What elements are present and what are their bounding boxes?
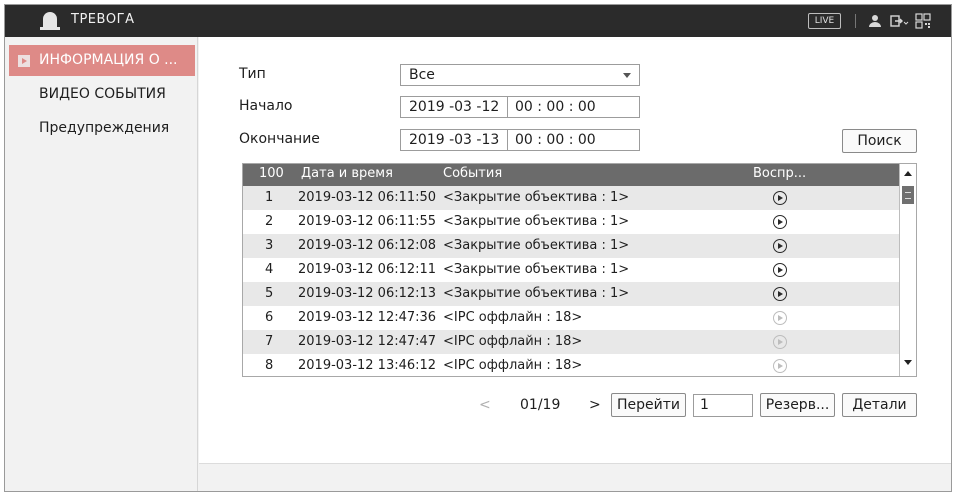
play-icon [773,359,787,373]
chevron-down-icon [623,73,631,78]
row-number: 4 [265,262,274,277]
type-dropdown[interactable]: Все [400,64,640,86]
table-row[interactable]: 3 2019-03-12 06:12:08 <Закрытие объектив… [243,234,899,258]
goto-page-input[interactable]: 1 [693,394,753,417]
toolbar-divider [855,14,856,28]
row-event: <Закрытие объектива : 1> [443,190,630,205]
table-row[interactable]: 4 2019-03-12 06:12:11 <Закрытие объектив… [243,258,899,282]
footer-bar [199,463,951,491]
sidebar-item-video-events[interactable]: ВИДЕО СОБЫТИЯ [9,79,195,110]
sidebar-item-info[interactable]: ИНФОРМАЦИЯ О ... [9,45,195,76]
row-number: 6 [265,310,274,325]
table-row[interactable]: 2 2019-03-12 06:11:55 <Закрытие объектив… [243,210,899,234]
live-button[interactable]: LIVE [808,13,841,29]
row-datetime: 2019-03-12 06:12:11 [298,262,437,277]
type-dropdown-value: Все [409,67,435,83]
row-datetime: 2019-03-12 12:47:36 [298,310,437,325]
backup-button[interactable]: Резерв... [760,393,835,417]
sidebar-item-warnings[interactable]: Предупреждения [9,113,195,144]
table-row[interactable]: 1 2019-03-12 06:11:50 <Закрытие объектив… [243,186,899,210]
sidebar-item-label: Предупреждения [39,120,170,136]
column-header-datetime: Дата и время [301,166,393,181]
row-datetime: 2019-03-12 06:12:08 [298,238,437,253]
user-icon[interactable] [867,13,883,29]
row-datetime: 2019-03-12 13:46:12 [298,358,437,373]
row-number: 8 [265,358,274,373]
table-scrollbar[interactable] [899,164,916,376]
page-title: ТРЕВОГА [71,12,135,27]
scroll-up-icon[interactable] [904,171,912,176]
row-number: 2 [265,214,274,229]
table-row[interactable]: 8 2019-03-12 13:46:12 <IPC оффлайн : 18> [243,354,899,376]
row-event: <Закрытие объектива : 1> [443,238,630,253]
column-header-playback: Воспр... [753,166,807,181]
play-icon[interactable] [773,263,787,277]
logout-icon[interactable] [889,13,909,29]
start-date-value: 2019 -03 -12 [409,99,500,115]
sidebar-item-label: ИНФОРМАЦИЯ О ... [39,52,178,68]
details-button[interactable]: Детали [842,393,917,417]
alarm-bell-icon [40,12,60,30]
arrow-right-icon [18,55,30,67]
start-datetime-field[interactable]: 2019 -03 -12 00 : 00 : 00 [400,96,640,118]
title-bar: ТРЕВОГА LIVE [5,5,951,37]
qr-code-icon[interactable] [915,13,931,29]
app-window: ТРЕВОГА LIVE ИНФОРМАЦИЯ О ... ВИДЕО СОБЫ… [4,4,952,492]
search-button[interactable]: Поиск [842,129,917,153]
events-table: 100 Дата и время События Воспр... 1 2019… [242,163,917,377]
table-row[interactable]: 7 2019-03-12 12:47:47 <IPC оффлайн : 18> [243,330,899,354]
row-event: <Закрытие объектива : 1> [443,262,630,277]
table-row[interactable]: 5 2019-03-12 06:12:13 <Закрытие объектив… [243,282,899,306]
column-header-count: 100 [259,166,284,181]
start-label: Начало [239,98,293,114]
column-header-events: События [443,166,503,181]
row-number: 3 [265,238,274,253]
row-event: <IPC оффлайн : 18> [443,310,583,325]
row-number: 1 [265,190,274,205]
end-label: Окончание [239,131,320,147]
row-datetime: 2019-03-12 06:11:50 [298,190,437,205]
row-number: 5 [265,286,274,301]
row-event: <IPC оффлайн : 18> [443,358,583,373]
row-datetime: 2019-03-12 06:12:13 [298,286,437,301]
page-indicator: 01/19 [520,397,561,413]
row-datetime: 2019-03-12 12:47:47 [298,334,437,349]
sidebar: ИНФОРМАЦИЯ О ... ВИДЕО СОБЫТИЯ Предупреж… [5,37,198,491]
scroll-down-icon[interactable] [904,360,912,365]
play-icon [773,311,787,325]
row-number: 7 [265,334,274,349]
row-event: <Закрытие объектива : 1> [443,214,630,229]
play-icon[interactable] [773,191,787,205]
end-datetime-field[interactable]: 2019 -03 -13 00 : 00 : 00 [400,129,640,151]
row-datetime: 2019-03-12 06:11:55 [298,214,437,229]
next-page-button[interactable]: > [589,397,601,413]
goto-button[interactable]: Перейти [611,393,686,417]
field-divider [507,130,508,150]
end-date-value: 2019 -03 -13 [409,132,500,148]
play-icon[interactable] [773,287,787,301]
start-time-value: 00 : 00 : 00 [515,99,596,115]
field-divider [507,97,508,117]
end-time-value: 00 : 00 : 00 [515,132,596,148]
play-icon[interactable] [773,215,787,229]
type-label: Тип [239,66,266,82]
row-event: <IPC оффлайн : 18> [443,334,583,349]
sidebar-item-label: ВИДЕО СОБЫТИЯ [39,86,166,102]
prev-page-button[interactable]: < [479,397,491,413]
table-header: 100 Дата и время События Воспр... [243,164,899,186]
play-icon[interactable] [773,239,787,253]
table-row[interactable]: 6 2019-03-12 12:47:36 <IPC оффлайн : 18> [243,306,899,330]
play-icon [773,335,787,349]
scroll-thumb[interactable] [902,186,914,204]
main-panel: Тип Все Начало 2019 -03 -12 00 : 00 : 00… [199,37,951,491]
row-event: <Закрытие объектива : 1> [443,286,630,301]
